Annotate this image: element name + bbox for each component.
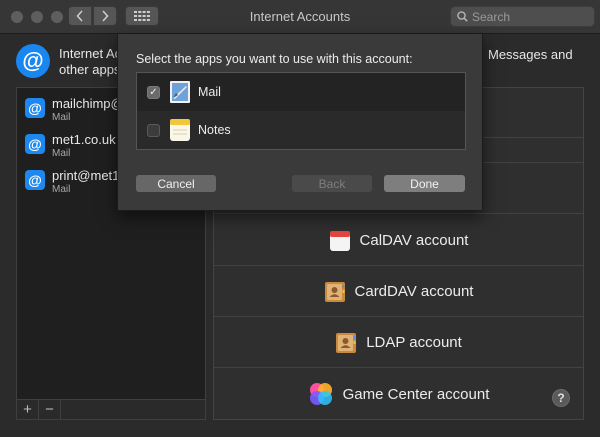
contacts-icon: [324, 281, 346, 303]
provider-label: LDAP account: [366, 334, 462, 351]
add-account-button[interactable]: +: [17, 400, 39, 419]
account-type: Mail: [52, 148, 71, 159]
provider-carddav[interactable]: CardDAV account: [214, 267, 583, 317]
provider-ldap[interactable]: LDAP account: [214, 318, 583, 368]
app-label: Notes: [198, 123, 231, 137]
provider-caldav[interactable]: CalDAV account: [214, 216, 583, 266]
sheet-prompt: Select the apps you want to use with thi…: [136, 52, 413, 66]
internet-accounts-icon: @: [16, 44, 50, 78]
search-icon: [457, 11, 468, 22]
calendar-icon: [329, 230, 351, 252]
apps-list: ✓ Mail Notes: [136, 72, 466, 150]
provider-label: Game Center account: [342, 385, 490, 403]
provider-label: CardDAV account: [354, 283, 474, 300]
at-sign-icon: @: [25, 170, 45, 190]
search-field[interactable]: [450, 6, 595, 27]
contacts-icon: [335, 332, 357, 354]
at-sign-icon: @: [25, 98, 45, 118]
help-button[interactable]: ?: [552, 389, 570, 407]
account-name: mailchimp@: [52, 96, 124, 111]
at-sign-icon: @: [25, 134, 45, 154]
account-type: Mail: [52, 184, 71, 195]
mail-stamp-icon: [169, 80, 191, 104]
header-description-right: Messages and: [488, 47, 573, 62]
provider-label: CalDAV account: [359, 232, 469, 249]
cancel-button[interactable]: Cancel: [136, 175, 216, 192]
remove-account-button[interactable]: −: [39, 400, 61, 419]
back-button[interactable]: Back: [292, 175, 372, 192]
notes-icon: [169, 118, 191, 142]
app-row-mail[interactable]: ✓ Mail: [137, 73, 465, 111]
account-name: print@met1.: [52, 168, 123, 183]
mail-checkbox[interactable]: ✓: [147, 85, 160, 99]
select-apps-sheet: Select the apps you want to use with thi…: [117, 34, 483, 211]
app-label: Mail: [198, 85, 221, 99]
done-button[interactable]: Done: [384, 175, 465, 192]
provider-game-center[interactable]: Game Center account: [214, 369, 583, 419]
account-type: Mail: [52, 112, 71, 123]
app-row-notes[interactable]: Notes: [137, 111, 465, 149]
notes-checkbox[interactable]: [147, 123, 160, 137]
account-name: met1.co.uk: [52, 132, 116, 147]
titlebar: Internet Accounts: [0, 0, 600, 34]
search-input[interactable]: [472, 9, 582, 24]
game-center-icon: [308, 381, 334, 407]
accounts-list-footer: + −: [16, 400, 206, 420]
